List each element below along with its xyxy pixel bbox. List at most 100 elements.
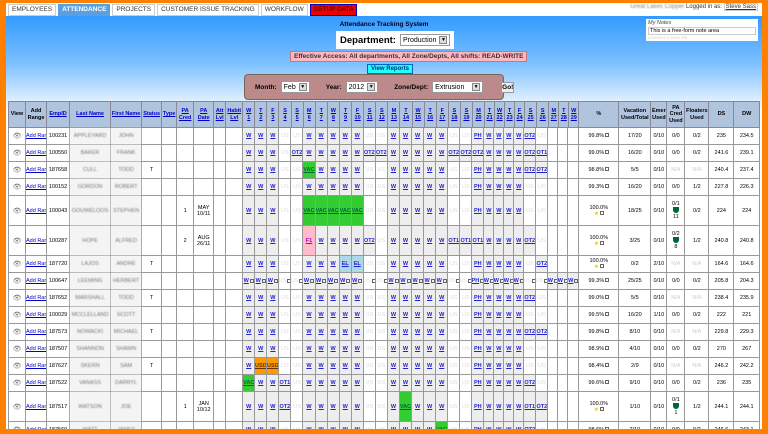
- day-cell[interactable]: W: [255, 324, 268, 340]
- day-cell[interactable]: W: [327, 422, 340, 429]
- column-header-label[interactable]: PA Date: [198, 108, 210, 121]
- day-cell[interactable]: W: [315, 128, 328, 144]
- day-cell[interactable]: W: [436, 273, 449, 289]
- day-cell[interactable]: W: [436, 196, 449, 225]
- day-cell[interactable]: W: [255, 128, 268, 144]
- eye-icon[interactable]: 👁: [13, 363, 22, 370]
- day-cell[interactable]: W: [351, 273, 364, 289]
- day-cell[interactable]: W: [412, 358, 425, 374]
- view-cell[interactable]: 👁: [7, 144, 27, 162]
- day-cell[interactable]: W: [339, 422, 352, 429]
- day-cell[interactable]: W: [399, 128, 413, 144]
- column-header-label[interactable]: Att Lvl: [216, 108, 224, 121]
- column-header-status[interactable]: Status: [141, 101, 163, 128]
- day-cell[interactable]: PH: [472, 392, 485, 421]
- day-cell[interactable]: W: [514, 196, 525, 225]
- day-cell[interactable]: W: [243, 256, 256, 272]
- day-cell[interactable]: W: [412, 375, 425, 391]
- add-range-link[interactable]: Add Range: [27, 404, 46, 410]
- day-cell[interactable]: W: [436, 375, 449, 391]
- column-header-day-7[interactable]: T7: [314, 101, 328, 128]
- day-cell[interactable]: W: [399, 179, 413, 195]
- eye-icon[interactable]: 👁: [13, 238, 22, 245]
- column-header-label[interactable]: Last Name: [76, 111, 104, 117]
- day-cell[interactable]: W: [387, 375, 400, 391]
- view-cell[interactable]: 👁: [7, 225, 27, 256]
- day-cell[interactable]: W: [267, 179, 280, 195]
- day-cell[interactable]: W: [436, 256, 449, 272]
- day-header-link[interactable]: S 19: [463, 108, 469, 121]
- day-cell[interactable]: W: [255, 196, 268, 225]
- eye-icon[interactable]: 👁: [13, 208, 22, 215]
- day-cell[interactable]: W: [514, 324, 525, 340]
- day-cell[interactable]: W: [267, 392, 280, 421]
- day-cell[interactable]: W: [387, 358, 400, 374]
- eye-icon[interactable]: 👁: [13, 312, 22, 319]
- day-cell[interactable]: W: [494, 162, 505, 178]
- day-cell[interactable]: W: [255, 162, 268, 178]
- day-cell[interactable]: W: [494, 422, 505, 429]
- column-header-day-6[interactable]: M6: [302, 101, 316, 128]
- day-header-link[interactable]: M 13: [391, 108, 397, 121]
- notes-textarea[interactable]: This is a free-form note area: [648, 27, 756, 35]
- day-cell[interactable]: W: [399, 375, 413, 391]
- day-cell[interactable]: W: [494, 341, 505, 357]
- day-cell[interactable]: W: [424, 196, 437, 225]
- day-cell[interactable]: W: [399, 196, 413, 225]
- day-cell[interactable]: W: [412, 256, 425, 272]
- day-cell[interactable]: W: [339, 341, 352, 357]
- day-cell[interactable]: W: [387, 290, 400, 306]
- column-header-day-10[interactable]: F 10: [351, 101, 365, 128]
- day-cell[interactable]: W: [412, 273, 425, 289]
- day-cell[interactable]: OT2: [524, 375, 537, 391]
- day-cell[interactable]: OT1: [460, 226, 473, 255]
- day-cell[interactable]: W: [436, 324, 449, 340]
- day-cell[interactable]: W: [255, 145, 268, 161]
- day-cell[interactable]: W: [484, 290, 495, 306]
- column-header-att[interactable]: Att Lvl: [213, 101, 227, 128]
- day-cell[interactable]: W: [303, 128, 316, 144]
- eye-icon[interactable]: 👁: [13, 329, 22, 336]
- day-cell[interactable]: W: [387, 162, 400, 178]
- view-cell[interactable]: 👁: [7, 195, 27, 226]
- day-cell[interactable]: W: [436, 179, 449, 195]
- column-header-label[interactable]: EmpID: [49, 111, 66, 117]
- day-cell[interactable]: W: [327, 256, 340, 272]
- day-cell[interactable]: W: [494, 307, 505, 323]
- column-header-day-15[interactable]: W 15: [411, 101, 425, 128]
- day-cell[interactable]: W: [339, 273, 352, 289]
- day-cell[interactable]: W: [424, 307, 437, 323]
- view-cell[interactable]: 👁: [7, 178, 27, 196]
- day-cell[interactable]: W: [255, 179, 268, 195]
- day-cell[interactable]: VAC: [303, 196, 316, 225]
- column-header-label[interactable]: Status: [143, 111, 160, 117]
- day-cell[interactable]: W: [255, 341, 268, 357]
- day-cell[interactable]: W: [412, 145, 425, 161]
- column-header-day-17[interactable]: F 17: [435, 101, 449, 128]
- checkbox-icon[interactable]: [605, 380, 610, 384]
- view-cell[interactable]: 👁: [7, 357, 27, 375]
- day-cell[interactable]: W: [504, 290, 515, 306]
- column-header-day-25[interactable]: S 25: [524, 101, 538, 128]
- column-header-day-4[interactable]: S4: [278, 101, 292, 128]
- day-cell[interactable]: W: [255, 422, 268, 429]
- checkbox-icon[interactable]: [599, 240, 604, 245]
- day-cell[interactable]: PH: [472, 256, 485, 272]
- day-header-link[interactable]: S 18: [451, 108, 457, 121]
- day-cell[interactable]: PH: [472, 358, 485, 374]
- day-cell[interactable]: W: [327, 392, 340, 421]
- column-header-day-13[interactable]: M 13: [387, 101, 401, 128]
- day-cell[interactable]: OT1: [524, 392, 537, 421]
- checkbox-icon[interactable]: [605, 278, 610, 282]
- checkbox-icon[interactable]: [605, 184, 610, 188]
- column-header-day-3[interactable]: F3: [266, 101, 280, 128]
- day-cell[interactable]: W: [514, 162, 525, 178]
- day-cell[interactable]: W: [412, 128, 425, 144]
- view-cell[interactable]: 👁: [7, 421, 27, 429]
- day-cell[interactable]: W: [243, 273, 256, 289]
- day-cell[interactable]: W: [351, 324, 364, 340]
- day-cell[interactable]: PH: [472, 179, 485, 195]
- day-cell[interactable]: PH: [472, 341, 485, 357]
- day-cell[interactable]: W: [243, 307, 256, 323]
- day-cell[interactable]: W: [303, 179, 316, 195]
